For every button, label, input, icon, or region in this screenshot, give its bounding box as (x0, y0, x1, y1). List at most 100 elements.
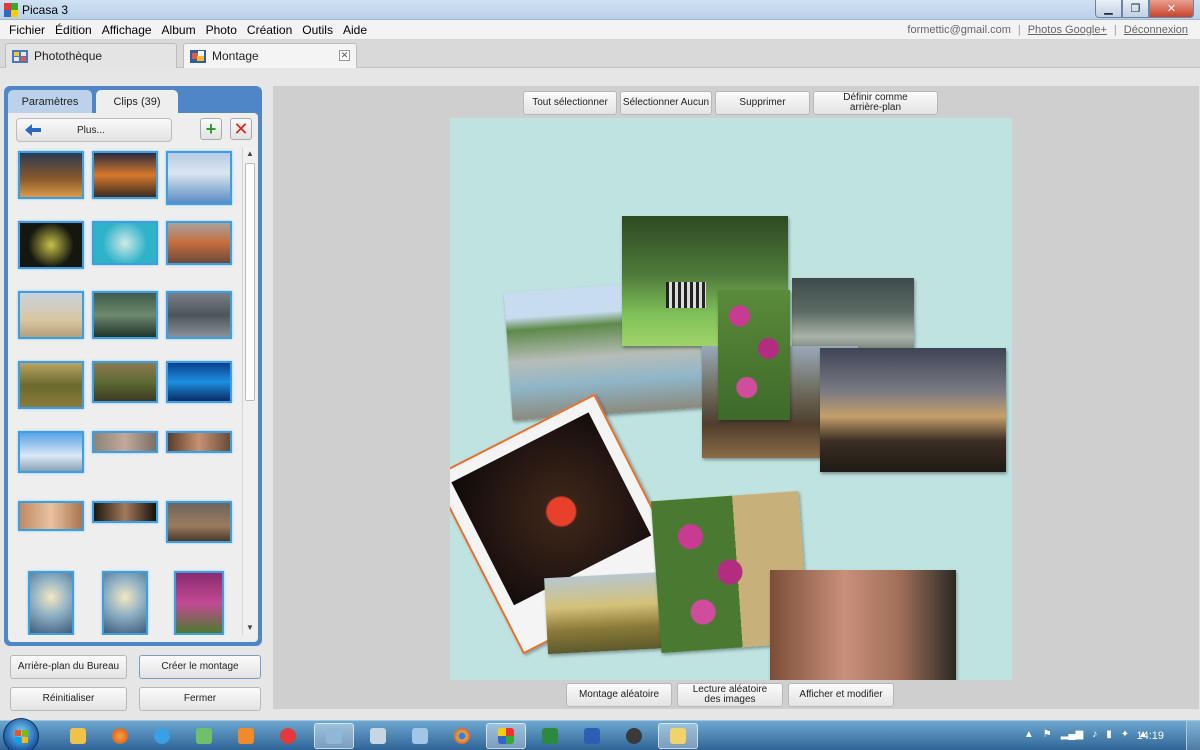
clip-thumbnail[interactable] (166, 221, 232, 265)
taskbar-app[interactable] (614, 723, 654, 749)
tray-expand-icon[interactable]: ▲ (1024, 729, 1034, 740)
montage-photo[interactable] (820, 348, 1006, 472)
taskbar-excel[interactable] (530, 723, 570, 749)
taskbar-explorer[interactable] (58, 723, 98, 749)
menu-create[interactable]: Création (242, 23, 297, 37)
clips-scrollbar[interactable]: ▲ ▼ (242, 147, 256, 635)
clip-thumbnail[interactable] (92, 221, 158, 265)
maximize-button[interactable]: ❐ (1122, 0, 1149, 18)
montage-canvas[interactable] (450, 118, 1012, 680)
taskbar-word[interactable] (572, 723, 612, 749)
select-all-button[interactable]: Tout sélectionner (523, 91, 617, 115)
scroll-thumb[interactable] (245, 163, 255, 401)
montage-icon (190, 49, 206, 63)
scroll-up-icon[interactable]: ▲ (243, 147, 257, 161)
remove-clip-button[interactable]: ✕ (230, 118, 252, 140)
taskbar-clock[interactable]: 14:19 (1136, 730, 1164, 742)
clip-thumbnail[interactable] (18, 291, 84, 339)
account-email: formettic@gmail.com (907, 24, 1011, 36)
taskbar-ie[interactable] (142, 723, 182, 749)
close-window-button[interactable]: ✕ (1149, 0, 1194, 18)
minimize-button[interactable]: ▁ (1095, 0, 1122, 18)
view-edit-button[interactable]: Afficher et modifier (788, 683, 894, 707)
reset-button[interactable]: Réinitialiser (10, 687, 127, 711)
flag-icon[interactable]: ⚑ (1043, 729, 1052, 740)
set-background-button[interactable]: Définir comme arrière-plan (813, 91, 938, 115)
select-none-button[interactable]: Sélectionner Aucun (620, 91, 712, 115)
close-icon: ✕ (1166, 3, 1177, 15)
menu-album[interactable]: Album (157, 23, 201, 37)
taskbar-picasa[interactable] (486, 723, 526, 749)
network-icon[interactable]: ▂▄▆ (1061, 729, 1083, 740)
volume-icon[interactable]: ♪ (1092, 729, 1097, 740)
clip-thumbnail[interactable] (92, 291, 158, 339)
clip-thumbnail[interactable] (166, 361, 232, 403)
taskbar-app[interactable] (268, 723, 308, 749)
clip-thumbnail[interactable] (102, 571, 148, 635)
show-desktop-button[interactable] (1186, 721, 1200, 750)
logout-link[interactable]: Déconnexion (1124, 24, 1188, 36)
account-separator: | (1113, 24, 1117, 36)
clip-thumbnail[interactable] (18, 431, 84, 473)
menu-help[interactable]: Aide (338, 23, 372, 37)
menu: Fichier Édition Affichage Album Photo Cr… (4, 23, 372, 37)
battery-icon[interactable]: ▮ (1106, 729, 1112, 740)
picasa-logo-icon (4, 3, 18, 17)
clip-thumbnail[interactable] (92, 431, 158, 453)
create-montage-button[interactable]: Créer le montage (139, 655, 261, 679)
clip-thumbnail[interactable] (174, 571, 224, 635)
close-button[interactable]: Fermer (139, 687, 261, 711)
clip-thumbnail[interactable] (166, 501, 232, 543)
random-play-button[interactable]: Lecture aléatoire des images (677, 683, 783, 707)
scroll-down-icon[interactable]: ▼ (243, 621, 257, 635)
montage-photo[interactable] (770, 570, 956, 680)
clip-thumbnail[interactable] (18, 151, 84, 199)
taskbar-media[interactable] (226, 723, 266, 749)
delete-button[interactable]: Supprimer (715, 91, 810, 115)
taskbar: ▲ ⚑ ▂▄▆ ♪ ▮ ✦ ▲ 14:19 (0, 718, 1200, 750)
clip-thumbnail[interactable] (18, 221, 84, 269)
clip-thumbnail[interactable] (28, 571, 74, 635)
excel-icon (542, 728, 558, 744)
chrome-icon (454, 728, 470, 744)
app-icon (626, 728, 642, 744)
clip-thumbnail[interactable] (166, 151, 232, 205)
taskbar-app[interactable] (400, 723, 440, 749)
taskbar-firefox[interactable] (100, 723, 140, 749)
clip-thumbnail[interactable] (18, 501, 84, 531)
menu-tools[interactable]: Outils (297, 23, 338, 37)
random-montage-button[interactable]: Montage aléatoire (566, 683, 672, 707)
menu-file[interactable]: Fichier (4, 23, 50, 37)
taskbar-app[interactable] (314, 723, 354, 749)
clip-thumbnail[interactable] (18, 361, 84, 409)
taskbar-app[interactable] (184, 723, 224, 749)
clip-thumbnail[interactable] (166, 291, 232, 339)
photos-google-link[interactable]: Photos Google+ (1028, 24, 1107, 36)
more-button[interactable]: Plus... (16, 118, 172, 142)
add-clip-button[interactable]: + (200, 118, 222, 140)
tab-settings[interactable]: Paramètres (8, 90, 92, 114)
taskbar-app[interactable] (658, 723, 698, 749)
clip-thumbnail[interactable] (92, 151, 158, 199)
tab-library[interactable]: Photothèque (5, 43, 177, 68)
tab-montage[interactable]: Montage ✕ (183, 43, 357, 68)
restore-icon: ❐ (1130, 3, 1141, 15)
menu-view[interactable]: Affichage (97, 23, 157, 37)
firefox-icon (112, 728, 128, 744)
close-tab-icon[interactable]: ✕ (339, 50, 350, 61)
dropbox-icon[interactable]: ✦ (1121, 729, 1129, 740)
app-icon (280, 728, 296, 744)
app-icon (412, 728, 428, 744)
delete-icon: ✕ (233, 118, 249, 139)
tab-clips[interactable]: Clips (39) (96, 90, 178, 114)
taskbar-app[interactable] (358, 723, 398, 749)
clip-thumbnail[interactable] (92, 361, 158, 403)
taskbar-chrome[interactable] (442, 723, 482, 749)
menu-edit[interactable]: Édition (50, 23, 97, 37)
start-button[interactable] (3, 718, 39, 750)
montage-photo[interactable] (718, 290, 790, 420)
clip-thumbnail[interactable] (92, 501, 158, 523)
clip-thumbnail[interactable] (166, 431, 232, 453)
menu-photo[interactable]: Photo (201, 23, 242, 37)
desktop-background-button[interactable]: Arrière-plan du Bureau (10, 655, 127, 679)
